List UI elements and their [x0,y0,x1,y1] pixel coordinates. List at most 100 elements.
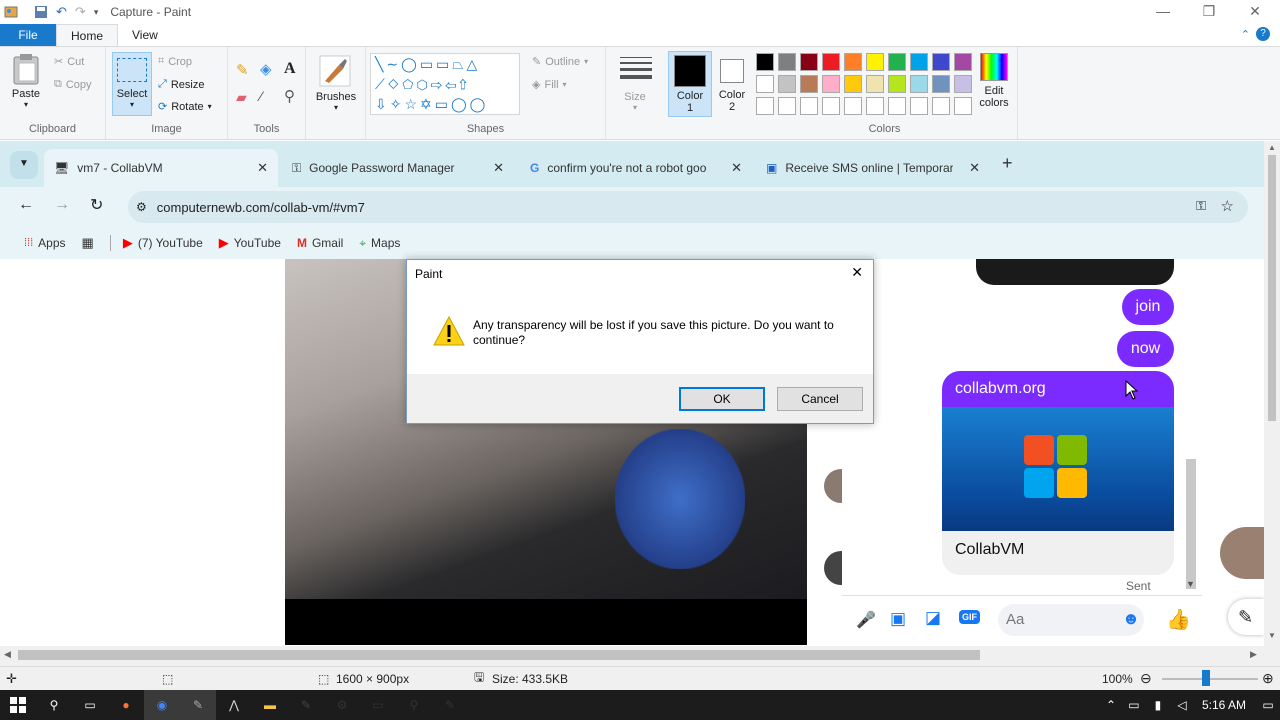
cut-button[interactable]: ✂ Cut [54,55,84,69]
color-swatch[interactable] [866,53,884,71]
address-bar[interactable]: ⚙ computernewb.com/collab-vm/#vm7 ⚿ ☆ [128,191,1248,223]
windows-start-icon[interactable] [0,690,36,720]
color-swatch[interactable] [822,53,840,71]
link-card[interactable]: collabvm.org CollabVM [942,371,1174,575]
rotate-button[interactable]: ⟳ Rotate ▾ [158,100,212,114]
canvas-vscroll[interactable]: ▲ ▼ [1264,141,1280,646]
compose-icon[interactable]: ✎ [1228,599,1264,635]
pencil-icon[interactable]: ✎ [236,61,249,79]
app-icon[interactable]: ✎ [432,690,468,720]
bookmark-youtube[interactable]: ▶ YouTube [219,235,281,251]
battery-icon[interactable]: ▮ [1146,690,1170,720]
color-swatch[interactable] [932,53,950,71]
color-swatch[interactable] [756,97,774,115]
bookmark-gmail[interactable]: M Gmail [297,236,343,250]
microphone-icon[interactable]: 🎤 [856,610,876,630]
bookmark-grid[interactable]: ▦ [82,235,94,251]
color-swatch[interactable] [888,75,906,93]
close-button[interactable]: ✕ [1232,0,1278,24]
browser-tab-sms[interactable]: ▣ Receive SMS online | Temporar ✕ [756,149,990,187]
scroll-left-icon[interactable]: ◀ [4,649,11,660]
gif-icon[interactable]: GIF [959,610,980,624]
fill-button[interactable]: ◈ Fill ▾ [532,78,567,92]
reload-icon[interactable]: ↻ [90,195,103,215]
firefox-icon[interactable]: ● [108,690,144,720]
color-swatch[interactable] [910,75,928,93]
scroll-up-icon[interactable]: ▲ [1268,143,1276,152]
vscroll-thumb[interactable] [1268,155,1276,421]
search-icon[interactable]: ⚲ [36,690,72,720]
tab-search-icon[interactable]: ▼ [10,151,38,179]
color-swatch[interactable] [954,97,972,115]
thumbs-up-icon[interactable]: 👍 [1166,607,1191,632]
notification-icon[interactable]: ▭ [1256,690,1280,720]
browser-tab-password[interactable]: ⚿ Google Password Manager ✕ [280,149,514,187]
minimize-button[interactable]: — [1140,0,1186,24]
zoom-slider[interactable] [1162,678,1258,680]
bookmark-maps[interactable]: ⌖ Maps [359,236,400,251]
volume-icon[interactable]: ◁ [1170,690,1194,720]
tab-home[interactable]: Home [56,24,119,46]
new-tab-icon[interactable]: + [1002,153,1013,174]
save-icon[interactable] [34,5,48,19]
close-tab-icon[interactable]: ✕ [969,160,980,176]
app-icon[interactable]: ⚲ [396,690,432,720]
chrome-icon[interactable]: ◉ [144,690,180,720]
color-swatch[interactable] [822,75,840,93]
ok-button[interactable]: OK [679,387,765,411]
image-icon[interactable]: ▣ [890,609,906,629]
color-swatch[interactable] [756,53,774,71]
tab-view[interactable]: View [118,24,172,46]
crop-button[interactable]: ⌗ Crop [158,55,192,68]
star-shape-icon[interactable]: ⇩✧☆✡▭◯◯ [375,96,488,112]
line-shape-icon[interactable]: ╲∼◯▭▭⏢△ [375,56,480,72]
eraser-icon[interactable]: ▰ [236,89,247,106]
app-icon[interactable]: ⋀ [216,690,252,720]
paste-button[interactable]: Paste ▾ [8,53,44,109]
color-swatch[interactable] [778,75,796,93]
color-swatch[interactable] [800,53,818,71]
zoom-in-icon[interactable]: ⊕ [1262,670,1274,687]
fill-bucket-icon[interactable]: ◈ [260,60,272,78]
color-swatch[interactable] [954,53,972,71]
select-button[interactable]: Select ▾ [112,52,152,116]
emoji-icon[interactable]: ☻ [1122,609,1140,629]
scroll-down-icon[interactable]: ▼ [1268,631,1276,640]
polygon-shape-icon[interactable]: ⟋◇⬠⬡⇨⇦⇧ [375,76,470,92]
task-view-icon[interactable]: ▭ [72,690,108,720]
color-swatch[interactable] [778,53,796,71]
network-icon[interactable]: ▭ [1122,690,1146,720]
color-swatch[interactable] [954,75,972,93]
color-swatch[interactable] [844,75,862,93]
text-icon[interactable]: A [284,60,296,78]
brushes-group[interactable]: Brushes ▾ [306,47,366,139]
maximize-button[interactable]: ❐ [1186,0,1232,24]
tab-file[interactable]: File [0,24,56,46]
browser-tab-robot[interactable]: G confirm you're not a robot goo ✕ [518,149,752,187]
scroll-right-icon[interactable]: ▶ [1250,649,1257,660]
copy-button[interactable]: ⧉ Copy [54,78,92,91]
color2-button[interactable]: Color 2 [712,51,752,117]
bookmark-star-icon[interactable]: ☆ [1221,197,1234,215]
shapes-gallery[interactable]: ╲∼◯▭▭⏢△ ⟋◇⬠⬡⇨⇦⇧ ⇩✧☆✡▭◯◯ [370,53,520,115]
site-info-icon[interactable]: ⚙ [136,200,147,214]
magnifier-icon[interactable]: ⚲ [284,87,295,105]
chevron-up-icon[interactable]: ⌃ [1241,28,1250,41]
bookmark-youtube-7[interactable]: ▶ (7) YouTube [123,235,203,251]
color-swatch[interactable] [932,75,950,93]
browser-tab-vm7[interactable]: 🖥 vm7 - CollabVM ✕ [44,149,278,187]
color-picker-icon[interactable]: ⁄ [260,88,262,104]
resize-button[interactable]: ⤢ Resize [158,78,204,91]
size-button[interactable]: Size ▾ [606,47,664,139]
color-swatch[interactable] [822,97,840,115]
color-swatch[interactable] [800,97,818,115]
color-swatch[interactable] [844,53,862,71]
outline-button[interactable]: ✎ Outline ▾ [532,55,588,69]
customize-qat-icon[interactable]: ▾ [94,7,99,18]
redo-icon[interactable]: ↷ [75,4,86,20]
close-tab-icon[interactable]: ✕ [493,160,504,176]
app-icon[interactable]: ✎ [288,690,324,720]
help-icon[interactable]: ? [1256,27,1270,41]
back-icon[interactable]: ← [18,196,34,214]
close-tab-icon[interactable]: ✕ [731,160,742,176]
